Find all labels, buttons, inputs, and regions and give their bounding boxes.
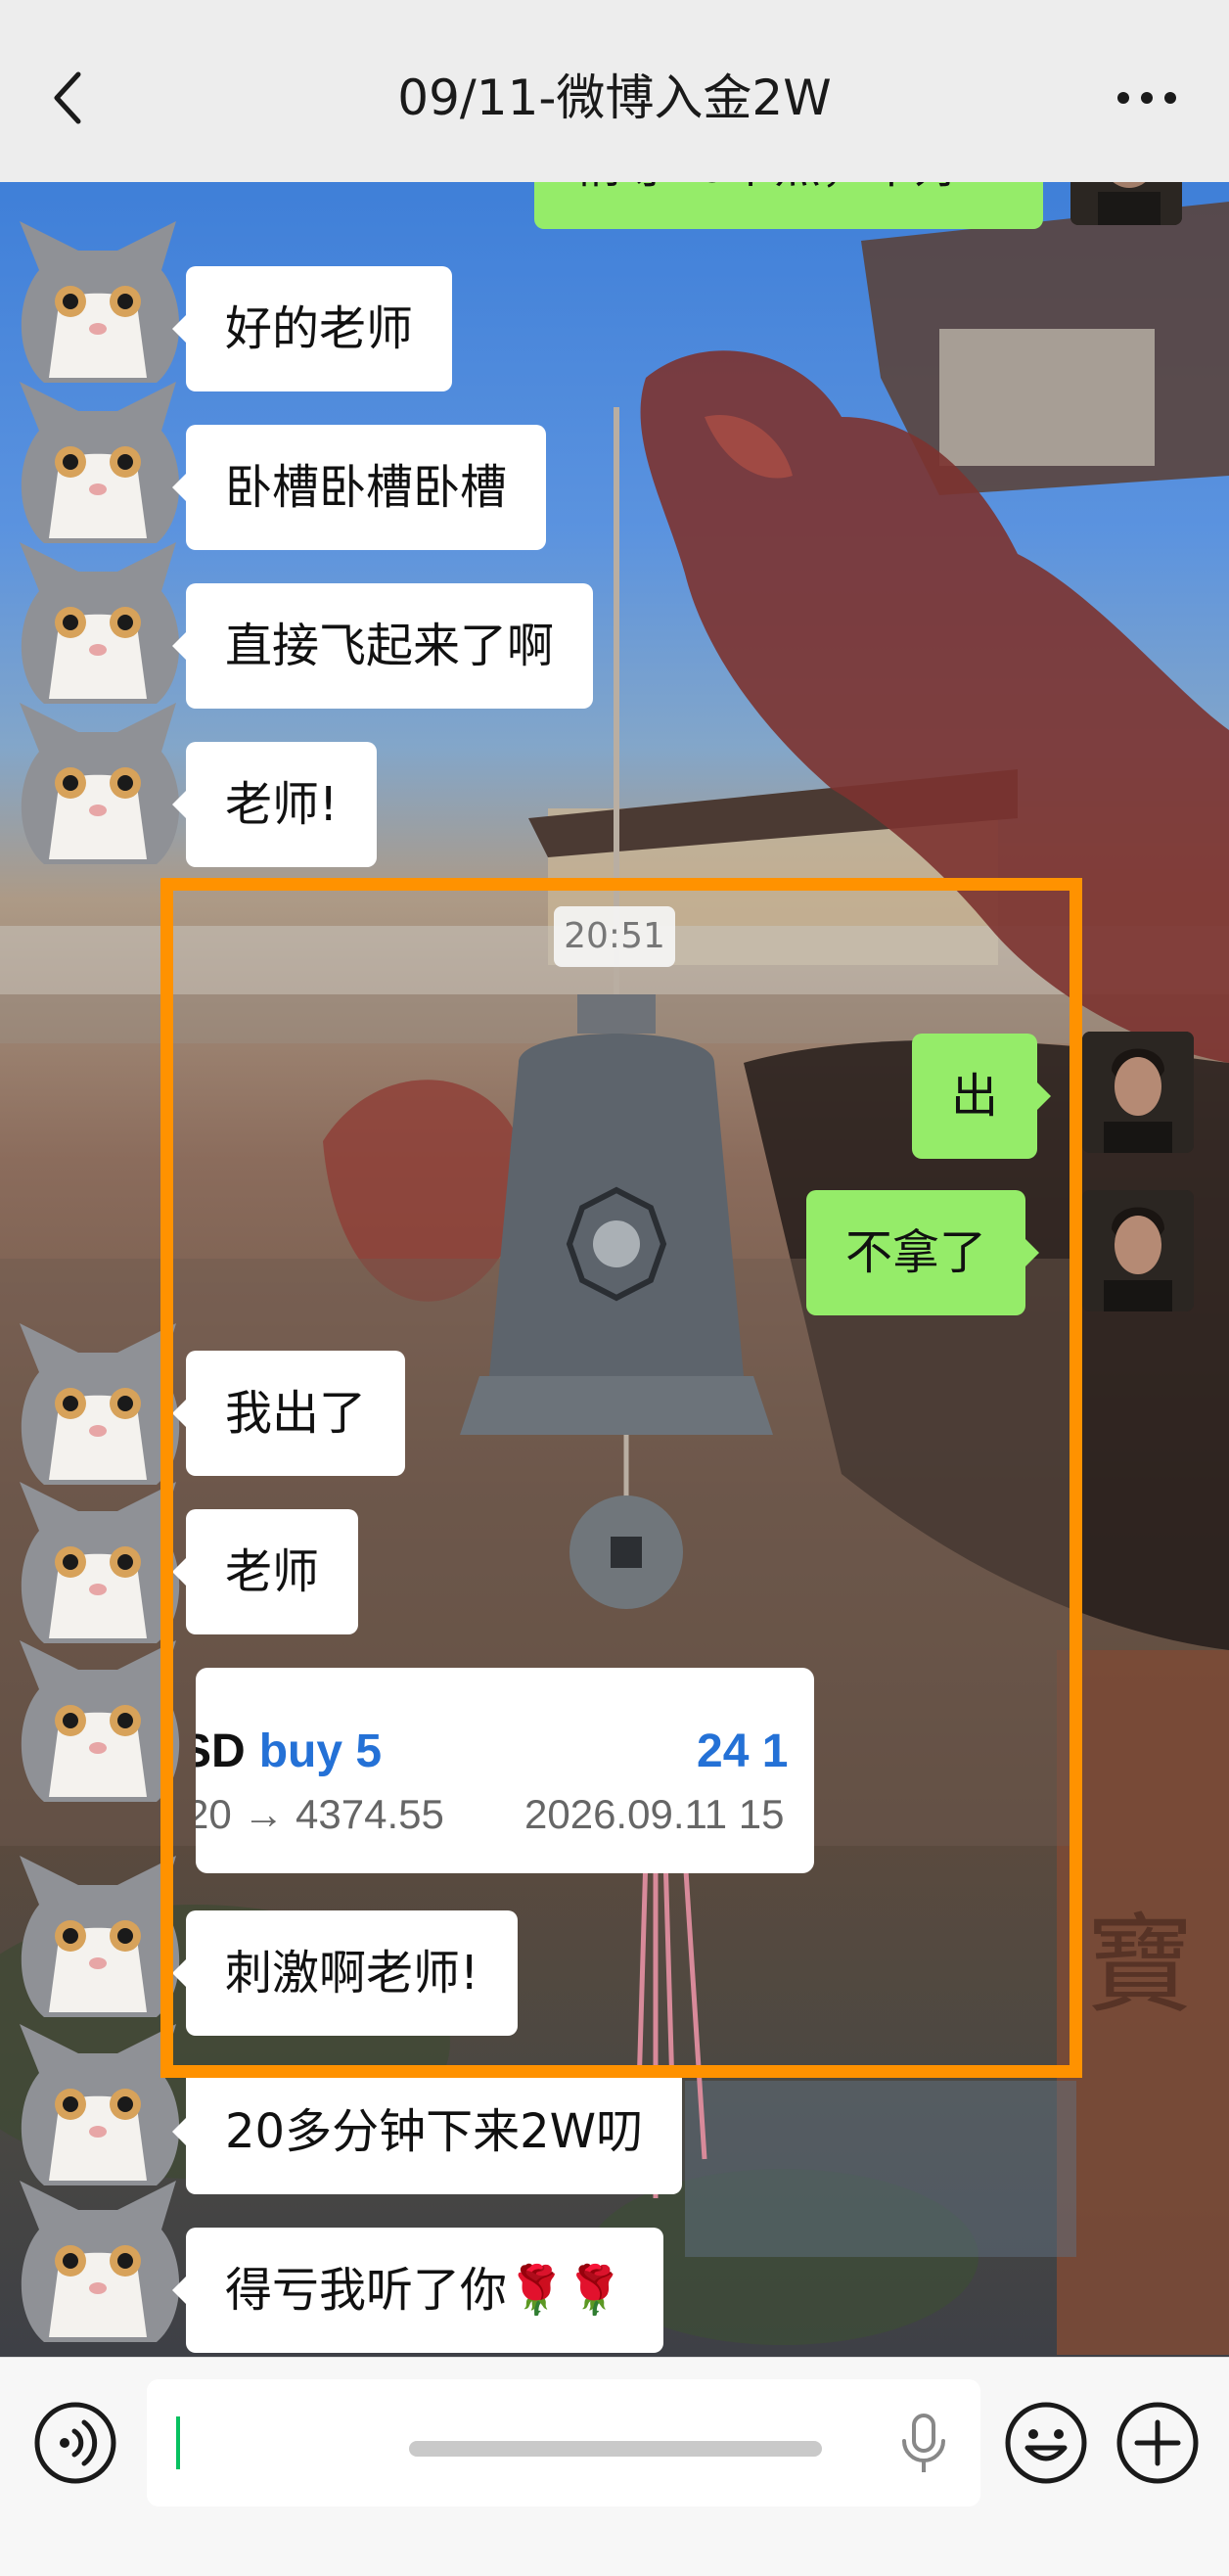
chat-background: 寶 稍等10个点，带好	[0, 182, 1229, 2357]
message-bubble[interactable]: 刺激啊老师!	[171, 1910, 519, 2036]
message-text: 好的老师	[225, 301, 414, 356]
message-bubble[interactable]: 得亏我听了你🌹🌹	[172, 2228, 663, 2353]
cat-avatar[interactable]	[0, 693, 196, 879]
emoji-icon	[1005, 2402, 1087, 2484]
message-bubble[interactable]: 老师	[171, 1509, 359, 1634]
microphone-button[interactable]	[896, 2412, 951, 2478]
my-avatar[interactable]	[1082, 1190, 1194, 1311]
chat-title: 09/11-微博入金2W	[397, 69, 832, 126]
cat-avatar[interactable]	[0, 532, 196, 718]
my-avatar[interactable]	[1082, 1032, 1194, 1153]
message-text: 稍等10个点，带好	[573, 182, 962, 194]
message-bubble[interactable]: 20多分钟下来2W叨	[171, 2069, 683, 2194]
cat-avatar[interactable]	[0, 211, 196, 397]
text-caret	[176, 2416, 180, 2469]
more-dots-icon	[1117, 92, 1176, 104]
trade-header-line: SD buy 5 24 1	[196, 1725, 788, 1778]
cat-avatar[interactable]	[0, 1846, 196, 2032]
message-timestamp: 20:51	[554, 906, 675, 967]
trade-action: buy 5	[258, 1725, 383, 1777]
trade-detail-line: 20 → 4374.55 2026.09.11 15	[196, 1791, 784, 1838]
chat-header: 09/11-微博入金2W	[0, 0, 1229, 182]
input-bar	[0, 2357, 1229, 2576]
voice-icon	[34, 2402, 116, 2484]
message-text: 刺激啊老师!	[225, 1946, 479, 2001]
person-photo-icon	[1082, 1032, 1194, 1153]
message-bubble[interactable]: 老师!	[171, 742, 378, 867]
message-text: 直接飞起来了啊	[225, 619, 555, 673]
my-message-bubble[interactable]: 不拿了	[806, 1190, 1040, 1315]
my-avatar[interactable]	[1070, 182, 1182, 225]
microphone-icon	[902, 2414, 945, 2472]
message-text: 得亏我听了你🌹🌹	[225, 2263, 624, 2318]
message-text: 卧槽卧槽卧槽	[225, 460, 508, 515]
message-bubble[interactable]: 卧槽卧槽卧槽	[171, 425, 547, 550]
message-text: 老师	[225, 1544, 320, 1599]
trade-quantity: 24 1	[697, 1725, 789, 1777]
trade-symbol: SD	[196, 1725, 246, 1777]
cat-avatar[interactable]	[0, 2171, 196, 2357]
emoji-button[interactable]	[1002, 2399, 1090, 2487]
message-text: 20多分钟下来2W叨	[225, 2104, 644, 2159]
home-indicator	[409, 2441, 822, 2457]
message-text: 我出了	[225, 1386, 367, 1441]
plus-circle-icon	[1116, 2402, 1199, 2484]
my-message-bubble[interactable]: 出	[912, 1034, 1052, 1159]
trade-screenshot-card[interactable]: SD buy 5 24 1 20 → 4374.55 2026.09.11 15	[196, 1668, 814, 1873]
trade-price: 20 → 4374.55	[196, 1791, 444, 1837]
message-text: 老师!	[225, 777, 339, 832]
message-bubble[interactable]: 我出了	[171, 1351, 406, 1476]
message-bubble[interactable]: 直接飞起来了啊	[171, 583, 594, 709]
trade-datetime: 2026.09.11 15	[524, 1791, 785, 1837]
message-bubble[interactable]: 好的老师	[171, 266, 453, 391]
person-photo-icon	[1082, 1190, 1194, 1311]
svg-text:寶: 寶	[1086, 1903, 1194, 2028]
cat-avatar[interactable]	[0, 1631, 196, 1817]
person-photo-icon	[1070, 182, 1182, 225]
message-text: 不拿了	[845, 1225, 987, 1280]
cat-avatar[interactable]	[0, 372, 196, 558]
message-text: 出	[951, 1069, 999, 1124]
more-functions-button[interactable]	[1114, 2399, 1202, 2487]
voice-input-button[interactable]	[31, 2399, 119, 2487]
message-bubble-partial[interactable]: 稍等10个点，带好	[534, 182, 1043, 229]
more-options-button[interactable]	[1108, 69, 1186, 127]
